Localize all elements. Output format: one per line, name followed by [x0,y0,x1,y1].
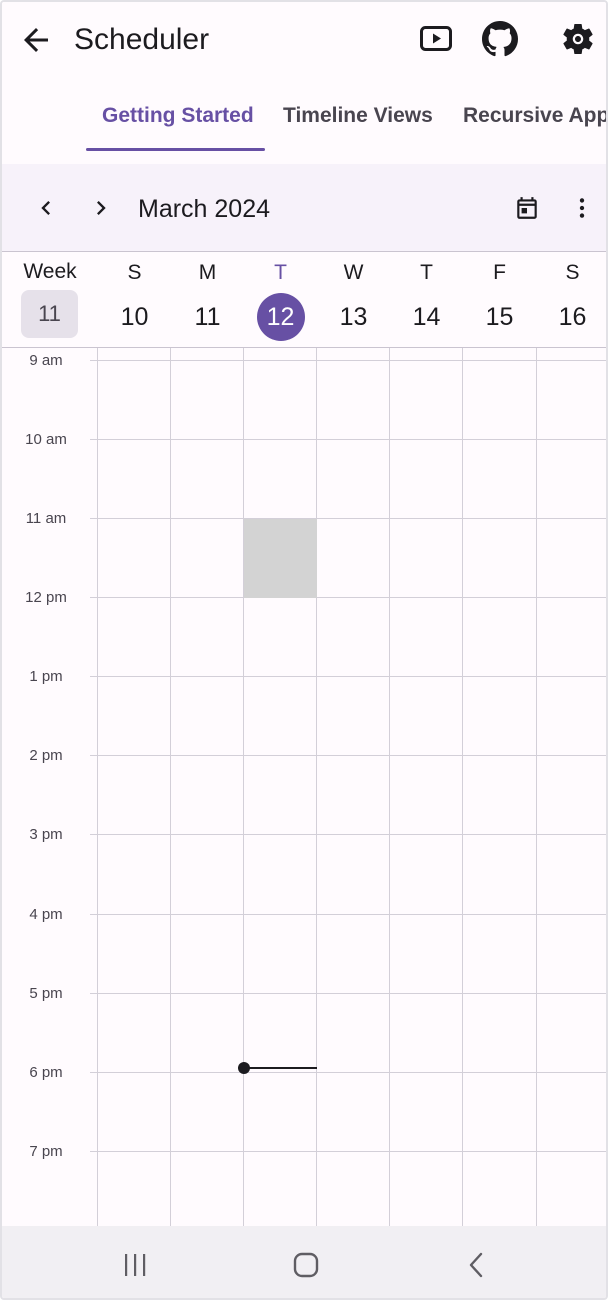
hour-line [90,518,606,519]
day-separator [97,348,98,1226]
week-number[interactable]: 11 [21,290,78,338]
system-nav-bar [2,1226,606,1298]
app-title: Scheduler [74,23,210,56]
time-label: 12 pm [25,589,67,606]
day-separator [536,348,537,1226]
day-date[interactable]: 11 [184,293,232,341]
today-date[interactable]: 12 [256,293,305,341]
day-separator [170,348,171,1226]
more-vert-icon[interactable] [566,192,598,224]
day-separator [389,348,390,1226]
timeline-grid[interactable]: 9 am 10 am 11 am 12 pm 1 pm 2 pm 3 pm 4 … [2,348,606,1226]
day-separator [316,348,317,1226]
month-title[interactable]: March 2024 [138,195,270,224]
scheduler-header: March 2024 [2,164,606,252]
tab-getting-started[interactable]: Getting Started [102,104,254,128]
day-header-saturday[interactable]: S 16 [536,252,606,348]
time-label: 9 am [29,352,63,369]
chevron-right-icon[interactable] [85,192,117,224]
tab-bar: Getting Started Timeline Views Recursive… [2,80,606,164]
app-bar: Scheduler [2,2,606,80]
day-date[interactable]: 10 [111,293,159,341]
day-date[interactable]: 14 [403,293,451,341]
hour-line [90,1151,606,1152]
day-separator [243,348,244,1226]
day-name: T [274,261,287,284]
time-label: 2 pm [29,747,63,764]
hour-line [90,755,606,756]
day-header-sunday[interactable]: S 10 [98,252,171,348]
time-label: 4 pm [29,906,63,923]
current-time-dot [238,1062,250,1074]
hour-line [90,360,606,361]
day-name: S [127,261,142,284]
hour-line [90,439,606,440]
hour-line [90,993,606,994]
chevron-left-icon[interactable] [30,192,62,224]
github-icon[interactable] [481,20,519,58]
day-name: W [343,261,364,284]
day-date[interactable]: 16 [549,293,597,341]
tab-recursive-appointments[interactable]: Recursive Appo [463,104,606,128]
day-date[interactable]: 13 [330,293,378,341]
time-label: 7 pm [29,1143,63,1160]
hour-line [90,597,606,598]
day-header-wednesday[interactable]: W 13 [317,252,390,348]
day-date[interactable]: 15 [476,293,524,341]
day-header-monday[interactable]: M 11 [171,252,244,348]
recent-apps-icon[interactable] [118,1248,152,1282]
current-time-line [244,1067,317,1069]
week-header: Week 11 S 10 M 11 T 12 W 13 T 14 F 15 S … [2,252,606,348]
day-name: F [493,261,506,284]
time-label: 5 pm [29,985,63,1002]
week-label: Week [23,260,77,283]
day-separator [462,348,463,1226]
hour-line [90,914,606,915]
day-header-tuesday[interactable]: T 12 [244,252,317,348]
time-label: 6 pm [29,1064,63,1081]
day-name: M [198,261,217,284]
day-name: S [565,261,580,284]
day-name: T [420,261,433,284]
app-window: Scheduler Getting Started Timeline Views… [0,0,608,1300]
selected-time-slot[interactable] [244,519,317,598]
system-back-icon[interactable] [460,1248,494,1282]
gear-icon[interactable] [559,20,597,58]
hour-line [90,676,606,677]
time-label: 3 pm [29,826,63,843]
tab-indicator [86,148,265,151]
hour-line [90,834,606,835]
day-header-thursday[interactable]: T 14 [390,252,463,348]
tab-timeline-views[interactable]: Timeline Views [283,104,433,128]
youtube-icon[interactable] [417,20,455,58]
time-label: 1 pm [29,668,63,685]
arrow-back-icon[interactable] [18,22,54,58]
calendar-icon[interactable] [511,192,543,224]
day-header-friday[interactable]: F 15 [463,252,536,348]
home-icon[interactable] [289,1248,323,1282]
hour-line [90,1072,606,1073]
time-label: 10 am [25,431,67,448]
time-label: 11 am [25,510,67,527]
